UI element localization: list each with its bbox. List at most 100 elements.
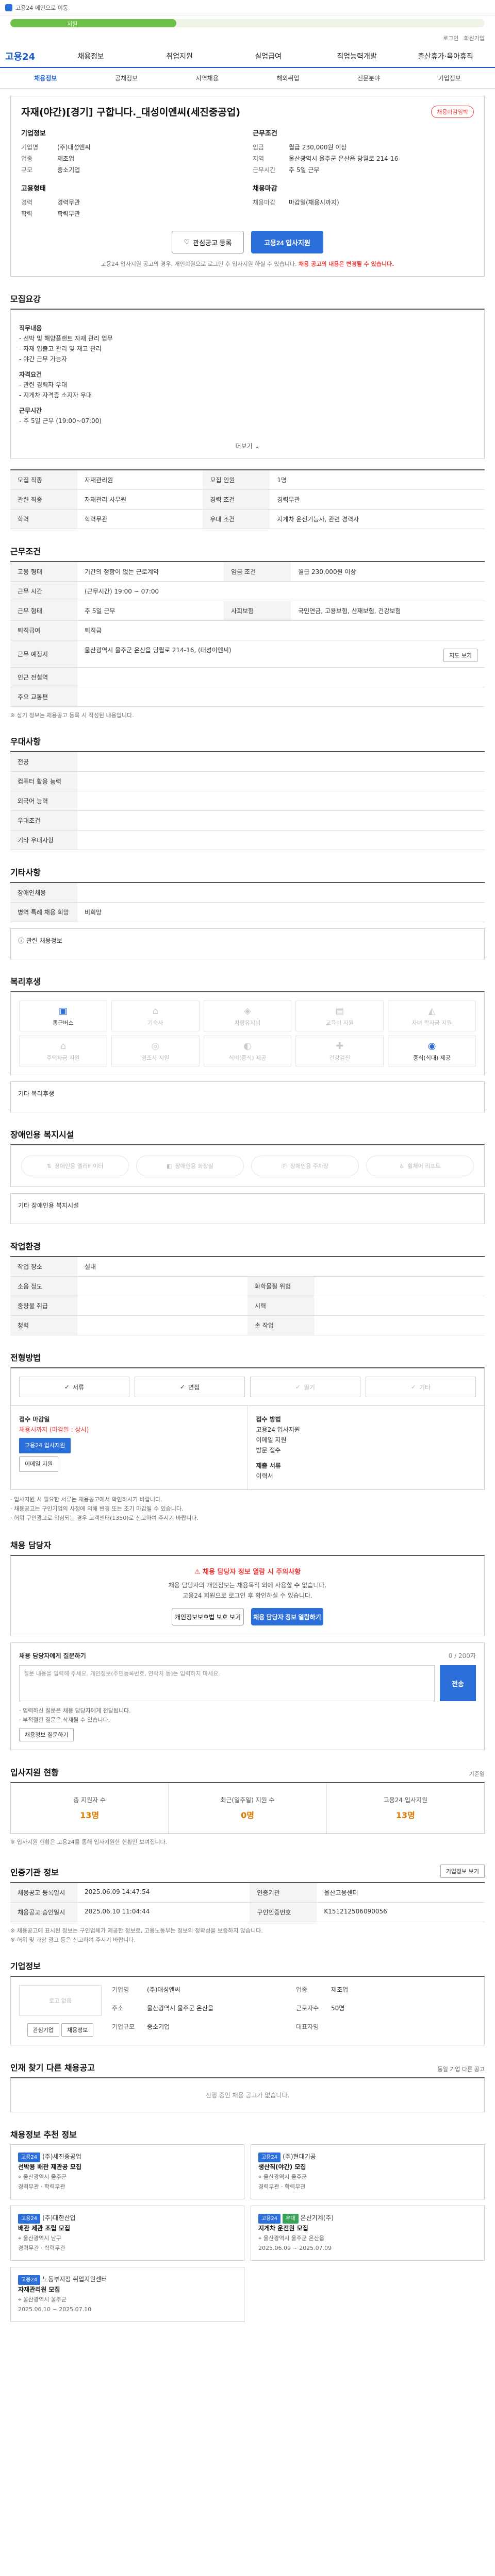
method-line: 방문 접수 bbox=[256, 1447, 281, 1454]
stat-item: 고용24 입사지원 13명 bbox=[327, 1783, 484, 1833]
subnav-special[interactable]: 전문분야 bbox=[328, 74, 409, 82]
rec-detail: 울산광역시 울주군 온산읍 bbox=[263, 2235, 325, 2242]
apply-button[interactable]: 고용24 입사지원 bbox=[251, 231, 323, 253]
subnav-region[interactable]: 지역채용 bbox=[167, 74, 248, 82]
kv-key: 채용마감 bbox=[253, 199, 276, 206]
recruit-section: 모집요강 직무내용 - 선박 및 해양플랜트 자재 관리 업무 - 자재 입출고… bbox=[10, 292, 485, 529]
rec-detail: 경력무관 · 학력무관 bbox=[258, 2183, 306, 2190]
scrap-button[interactable]: ♡ 관심공고 등록 bbox=[172, 231, 244, 253]
question-input[interactable]: 질문 내용을 입력해 주세요. 개인정보(주민등록번호, 연락처 등)는 입력하… bbox=[19, 1665, 435, 1701]
row-value bbox=[77, 1315, 248, 1335]
table-row: 근무 예정지 울산광역시 울주군 온산읍 당월로 214-16, (대성이엔씨) … bbox=[10, 640, 485, 668]
row-value bbox=[315, 1315, 485, 1335]
subnav-jobs[interactable]: 채용정보 bbox=[5, 74, 86, 82]
desc-line: - 자재 입출고 관리 및 재고 관리 bbox=[19, 345, 102, 352]
row-key: 근무 시간 bbox=[10, 581, 77, 601]
warning-icon: ⚠ bbox=[194, 1568, 201, 1576]
table-row: 병역 특례 채용 희망 비희망 bbox=[10, 902, 485, 922]
join-link[interactable]: 회원가입 bbox=[464, 34, 485, 42]
condition-summary: 근무조건 임금 월급 230,000원 이상 지역 울산광역시 울주군 온산읍 당월… bbox=[253, 128, 474, 219]
notice-text: 고용24 입사지원 공고의 경우, 개인회원으로 로그인 후 입사지원 하실 수… bbox=[101, 261, 297, 267]
stat-label: 고용24 입사지원 bbox=[383, 1797, 427, 1804]
apply-email-button[interactable]: 이메일 지원 bbox=[19, 1456, 59, 1472]
desc-line: - 주 5일 근무 (19:00~07:00) bbox=[19, 417, 102, 425]
deadline-head: 채용마감 bbox=[253, 185, 277, 193]
map-button[interactable]: 지도 보기 bbox=[443, 649, 477, 662]
method-label: 접수 방법 bbox=[256, 1416, 281, 1423]
company-jobs-button[interactable]: 채용정보 bbox=[61, 2023, 94, 2037]
apply-section: 전형방법 ✓ 서류 ✓ 면접 ✓ 필기 ✓ 기타 접수 마감일 채용시까지 (마감일 :… bbox=[10, 1351, 485, 1523]
rec-card[interactable]: 고용24 우대 온산기계(주) 지게차 운전원 모집 ⌖ 울산광역시 울주군 온산읍… bbox=[251, 2206, 485, 2261]
privacy-button[interactable]: 개인정보보호법 보호 보기 bbox=[172, 1608, 244, 1625]
question-send-button[interactable]: 전송 bbox=[440, 1665, 476, 1701]
row-key: 임금 조건 bbox=[224, 562, 291, 582]
disability-label: 장애인용 화장실 bbox=[175, 1163, 213, 1170]
gift-icon: ◎ bbox=[151, 1040, 160, 1052]
stat-value: 13명 bbox=[80, 1810, 100, 1820]
subnav-company[interactable]: 기업정보 bbox=[409, 74, 490, 82]
other-jobs-aux: 동일 기업 다른 공고 bbox=[437, 2066, 485, 2073]
table-row: 모집 직종 자재관리원 모집 인원 1명 bbox=[10, 470, 485, 490]
rec-org: (주)현대기공 bbox=[283, 2153, 316, 2160]
chevron-down-icon: ⌄ bbox=[254, 443, 260, 450]
company-info-button[interactable]: 기업정보 보기 bbox=[440, 1865, 485, 1878]
more-button[interactable]: 더보기 ⌄ bbox=[19, 436, 476, 450]
fav-company-button[interactable]: 관심기업 bbox=[27, 2023, 59, 2037]
subnav-overseas[interactable]: 해외취업 bbox=[248, 74, 328, 82]
view-manager-button[interactable]: 채용 담당자 정보 열람하기 bbox=[251, 1608, 323, 1625]
top-banner-text: 고용24 메인으로 이동 bbox=[15, 4, 68, 11]
rec-card[interactable]: 고용24 (주)세진중공업 선박용 배관 제관공 모집 ⌖ 울산광역시 울주군 경… bbox=[10, 2144, 244, 2199]
work-title: 근무조건 bbox=[10, 547, 41, 556]
row-value: 퇴직금 bbox=[77, 620, 485, 640]
other-table: 장애인채용 병역 특례 채용 희망 비희망 bbox=[10, 882, 485, 922]
rec-card[interactable]: 고용24 노동부지정 취업지원센터 자재관리원 모집 ⌖ 울산광역시 울주군 20… bbox=[10, 2267, 244, 2322]
table-row: 중량물 취급 시력 bbox=[10, 1296, 485, 1316]
rec-card[interactable]: 고용24 (주)대한산업 배관 제관 조립 모집 ⌖ 울산광역시 남구 경력무관 … bbox=[10, 2206, 244, 2261]
row-key: 구인인증번호 bbox=[250, 1902, 317, 1922]
subnav-public[interactable]: 공채정보 bbox=[86, 74, 167, 82]
rec-tag: 고용24 bbox=[18, 2214, 41, 2224]
rec-org: (주)세진중공업 bbox=[42, 2153, 81, 2160]
login-link[interactable]: 로그인 bbox=[443, 34, 458, 42]
apply-online-button[interactable]: 고용24 입사지원 bbox=[19, 1438, 71, 1453]
welfare-item: ✚ 건강검진 bbox=[295, 1036, 384, 1066]
nav-item-support[interactable]: 취업지원 bbox=[135, 51, 224, 61]
welfare-item: ◈ 차량유지비 bbox=[203, 1001, 292, 1031]
company-key: 대표자명 bbox=[296, 2023, 319, 2030]
check-icon: ✓ bbox=[295, 1383, 301, 1391]
row-value bbox=[77, 667, 485, 687]
row-value bbox=[77, 791, 485, 811]
stat-item: 최근(일주일) 지원 수 0명 bbox=[169, 1783, 327, 1833]
nav-item-leave[interactable]: 출산휴가·육아휴직 bbox=[401, 51, 490, 61]
row-key: 작업 장소 bbox=[10, 1257, 77, 1277]
table-row: 소음 정도 화학물질 위험 bbox=[10, 1276, 485, 1296]
rec-card[interactable]: 고용24 (주)현대기공 생산직(야간) 모집 ⌖ 울산광역시 울주군 경력무관 … bbox=[251, 2144, 485, 2199]
kv-key: 업종 bbox=[21, 155, 33, 162]
nav-item-jobs[interactable]: 채용정보 bbox=[46, 51, 135, 61]
work-table: 고용 형태 기간의 정함이 없는 근로계약 임금 조건 월급 230,000원 이상 … bbox=[10, 561, 485, 707]
stats-note: ※ 입사지원 현황은 고용24를 통해 입사지원한 현황만 보여집니다. bbox=[10, 1839, 168, 1845]
top-banner[interactable]: 고용24 메인으로 이동 bbox=[0, 0, 495, 15]
table-row: 인근 전철역 bbox=[10, 667, 485, 687]
welfare-item: ◐ 식비(중식) 제공 bbox=[203, 1036, 292, 1066]
method-line: 고용24 입사지원 bbox=[256, 1426, 300, 1433]
org-note: ※ 허위 및 과장 광고 등은 신고하여 주시기 바랍니다. bbox=[10, 1937, 136, 1943]
welfare-label: 주택자금 지원 bbox=[46, 1054, 80, 1061]
question-more-button[interactable]: 채용정보 질문하기 bbox=[19, 1728, 74, 1741]
toilet-icon: ◧ bbox=[167, 1162, 172, 1170]
apply-note: · 입사지원 시 필요한 서류는 채용공고에서 확인하시기 바랍니다. bbox=[10, 1496, 162, 1503]
nav-item-training[interactable]: 직업능력개발 bbox=[312, 51, 401, 61]
rec-card-title: 선박용 배관 제관공 모집 bbox=[18, 2163, 81, 2171]
table-row: 장애인채용 bbox=[10, 883, 485, 903]
disability-etc-label: 기타 장애인용 복지시설 bbox=[18, 1202, 79, 1209]
other-section: 기타사항 장애인채용 병역 특례 채용 희망 비희망 ⓘ 관련 채용정보 bbox=[10, 866, 485, 959]
logo[interactable]: 고용24 bbox=[5, 49, 35, 63]
row-value: 학력무관 bbox=[77, 509, 203, 529]
nav-item-unemployment[interactable]: 실업급여 bbox=[224, 51, 312, 61]
related-jobs-link[interactable]: 관련 채용정보 bbox=[26, 937, 62, 944]
disability-title: 장애인용 복지시설 bbox=[10, 1130, 74, 1140]
table-row: 우대조건 bbox=[10, 810, 485, 831]
kv-value: 주 5일 근무 bbox=[289, 166, 320, 174]
kv-value: 경력무관 bbox=[57, 199, 80, 206]
row-value bbox=[315, 1276, 485, 1296]
